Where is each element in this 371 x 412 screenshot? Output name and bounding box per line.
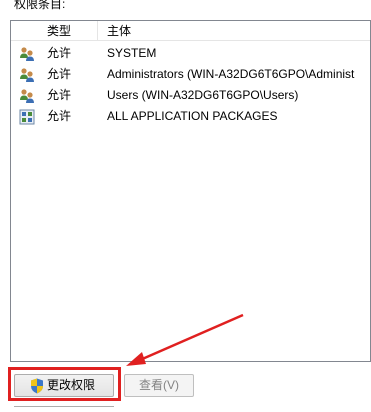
list-item[interactable]: 允许 ALL APPLICATION PACKAGES [11, 106, 370, 127]
column-separator[interactable] [97, 21, 98, 41]
users-group-icon [20, 68, 34, 82]
entry-principal: SYSTEM [107, 46, 157, 60]
permission-entries-list[interactable]: 类型 主体 允许 SYSTEM 允许 Administrators (WIN-A… [10, 20, 371, 362]
entry-type: 允许 [47, 109, 72, 123]
column-header-type[interactable]: 类型 [47, 21, 71, 41]
entry-principal: ALL APPLICATION PACKAGES [107, 109, 278, 123]
entry-principal: Users (WIN-A32DG6T6GPO\Users) [107, 88, 299, 102]
list-item[interactable]: 允许 Administrators (WIN-A32DG6T6GPO\Admin… [11, 64, 370, 85]
entry-type: 允许 [47, 46, 72, 60]
column-header-principal[interactable]: 主体 [107, 21, 131, 41]
permission-entries-label: 权限条目: [14, 0, 66, 11]
view-button[interactable]: 查看(V) [124, 374, 194, 397]
entry-type: 允许 [47, 88, 72, 102]
entry-type: 允许 [47, 67, 72, 81]
partial-button-edge [14, 406, 114, 412]
users-group-icon [20, 89, 34, 103]
list-header: 类型 主体 [11, 21, 370, 41]
app-packages-icon [19, 109, 35, 125]
users-group-icon [20, 47, 34, 61]
list-item[interactable]: 允许 SYSTEM [11, 43, 370, 64]
entry-principal: Administrators (WIN-A32DG6T6GPO\Administ [107, 67, 355, 81]
highlight-box [8, 367, 121, 401]
list-item[interactable]: 允许 Users (WIN-A32DG6T6GPO\Users) [11, 85, 370, 106]
